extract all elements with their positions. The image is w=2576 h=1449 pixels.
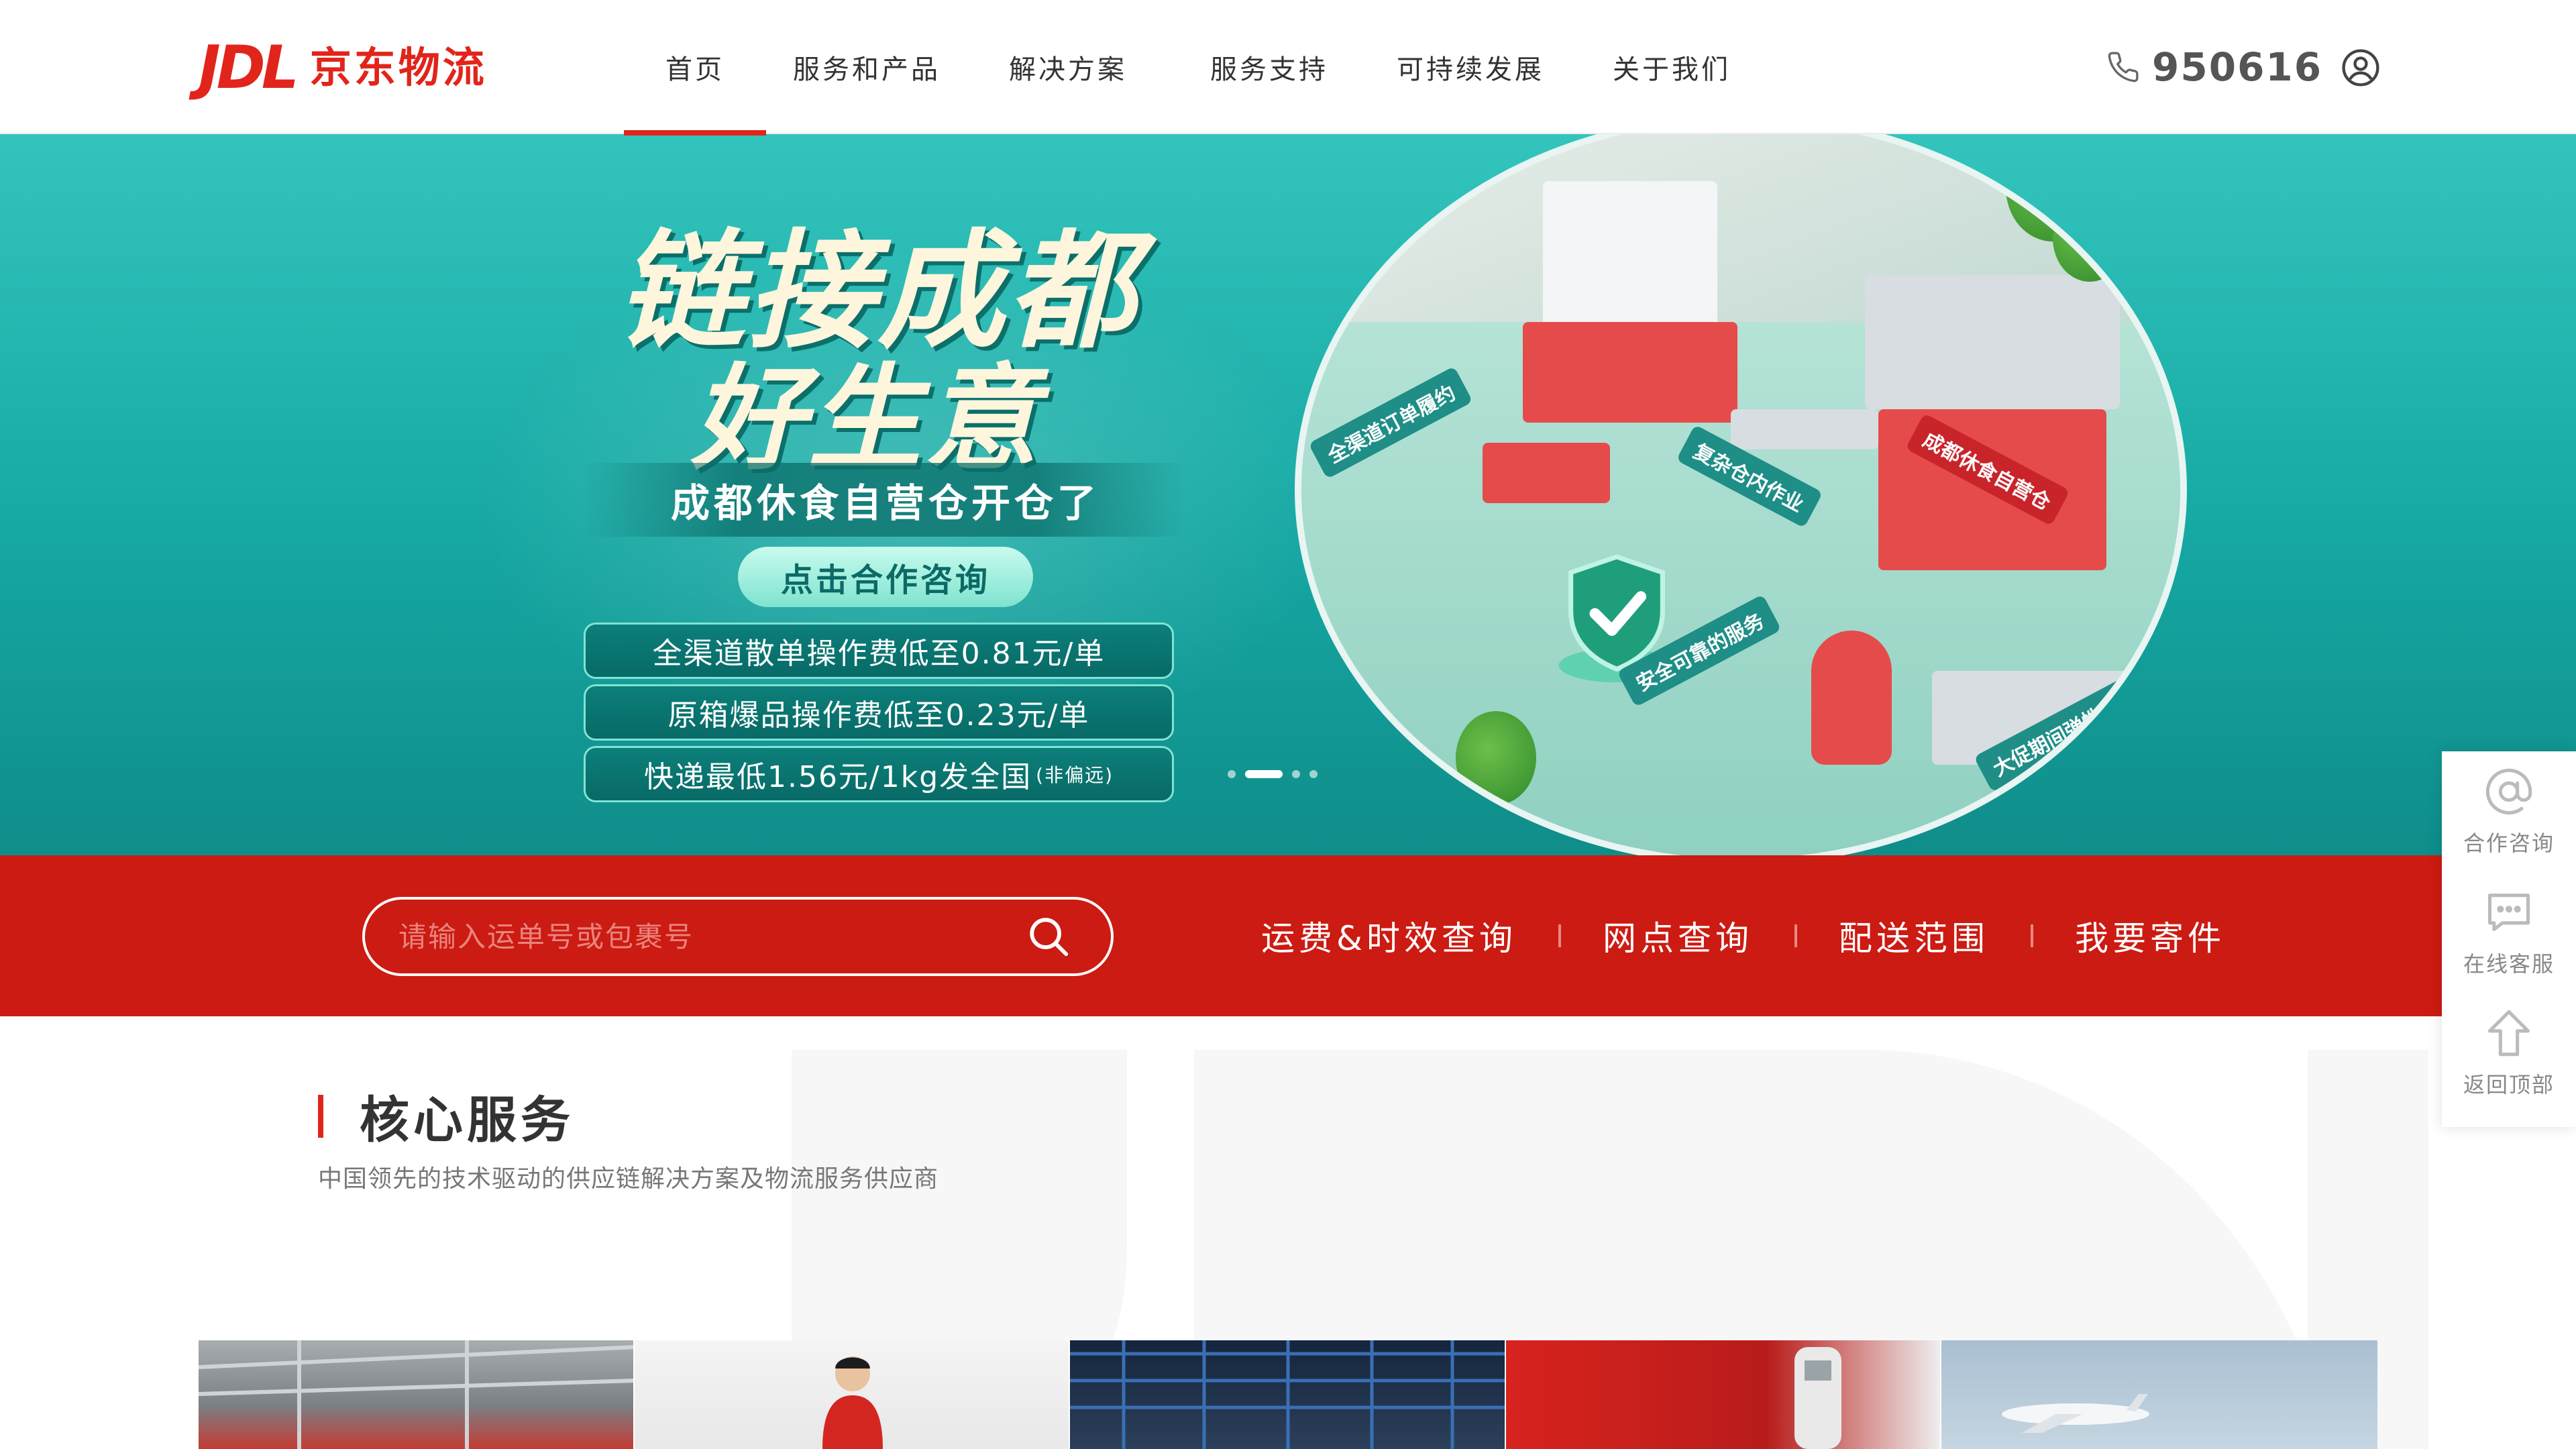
carousel-dots — [1228, 770, 1327, 778]
heading-accent-bar — [318, 1094, 323, 1138]
logo-text: 京东物流 — [309, 43, 487, 92]
courier-image — [822, 1356, 883, 1449]
side-consult[interactable]: 合作咨询 — [2442, 751, 2576, 872]
banner-subtitle: 成都休食自营仓开仓了 — [670, 480, 1100, 526]
hero-banner[interactable]: 链接成都 好生意 成都休食自营仓开仓了 点击合作咨询 全渠道散单操作费低至0.8… — [0, 134, 2576, 855]
shelving-image — [1070, 1340, 1505, 1449]
airplane-image — [2002, 1394, 2150, 1433]
service-card-storage[interactable] — [1070, 1340, 1506, 1449]
service-card-courier[interactable] — [634, 1340, 1071, 1449]
price-text: 原箱爆品操作费低至0.23元/单 — [667, 698, 1090, 733]
nav-about-us[interactable]: 关于我们 — [1571, 0, 1772, 134]
consult-cta-button[interactable]: 点击合作咨询 — [738, 547, 1033, 607]
price-box-original-case: 原箱爆品操作费低至0.23元/单 — [584, 684, 1174, 741]
search-icon[interactable] — [1025, 913, 1072, 960]
tree — [1456, 711, 1536, 805]
carousel-dot-active[interactable] — [1245, 770, 1283, 778]
link-outlet-query[interactable]: 网点查询 — [1603, 912, 1753, 960]
scene-conveyor — [1731, 409, 1878, 449]
link-delivery-range[interactable]: 配送范围 — [1839, 912, 1989, 960]
banner-subtitle-band: 成都休食自营仓开仓了 — [584, 463, 1187, 537]
scene-display-case — [1543, 181, 1717, 329]
carousel-dot[interactable] — [1309, 770, 1318, 778]
hotline-number: 950616 — [2152, 44, 2323, 90]
phone-icon — [2108, 52, 2139, 83]
link-send-package[interactable]: 我要寄件 — [2075, 912, 2225, 960]
site-header: JDL 京东物流 首页 服务和产品 解决方案 服务支持 可持续发展 关于我们 9… — [0, 0, 2576, 136]
side-back-to-top[interactable]: 返回顶部 — [2442, 993, 2576, 1114]
core-services-title: 核心服务 — [360, 1091, 574, 1149]
nav-support[interactable]: 服务支持 — [1169, 0, 1370, 134]
carousel-dot[interactable] — [1228, 770, 1236, 778]
hotline[interactable]: 950616 — [2106, 40, 2322, 94]
arrow-up-icon — [2487, 1010, 2530, 1057]
nav-solutions[interactable]: 解决方案 — [967, 0, 1169, 134]
user-icon[interactable] — [2341, 48, 2380, 87]
floating-side-panel: 合作咨询 在线客服 返回顶部 — [2442, 751, 2576, 1127]
price-box-express: 快递最低1.56元/1kg发全国 (非偏远) — [584, 746, 1174, 802]
scene-truck — [1483, 443, 1610, 503]
tracking-number-input[interactable] — [365, 900, 1025, 973]
scene-roof — [1865, 275, 2120, 409]
service-cards — [199, 1340, 2377, 1449]
side-label: 合作咨询 — [2463, 830, 2555, 856]
carousel-dot[interactable] — [1292, 770, 1300, 778]
jdl-logo[interactable]: JDL 京东物流 — [199, 38, 487, 98]
divider — [2031, 924, 2033, 947]
price-box-bulk-orders: 全渠道散单操作费低至0.81元/单 — [584, 623, 1174, 679]
banner-headline-1: 链接成都 — [617, 217, 1138, 366]
core-services-heading: 核心服务 — [318, 1080, 574, 1152]
tracking-bar: 运费&时效查询 网点查询 配送范围 我要寄件 — [0, 855, 2442, 1016]
quick-links: 运费&时效查询 网点查询 配送范围 我要寄件 — [1261, 855, 2225, 1016]
divider — [1558, 924, 1561, 947]
link-freight-time-query[interactable]: 运费&时效查询 — [1261, 912, 1517, 960]
core-services-subtitle: 中国领先的技术驱动的供应链解决方案及物流服务供应商 — [318, 1165, 939, 1193]
nav-services-products[interactable]: 服务和产品 — [766, 0, 967, 134]
price-text: 全渠道散单操作费低至0.81元/单 — [652, 637, 1106, 671]
nav-sustainability[interactable]: 可持续发展 — [1370, 0, 1571, 134]
at-icon — [2485, 768, 2532, 815]
scene-machine — [1523, 322, 1737, 423]
side-online-service[interactable]: 在线客服 — [2442, 872, 2576, 993]
warehouse-image — [199, 1340, 633, 1449]
chat-icon — [2487, 894, 2530, 931]
price-text: 快递最低1.56元/1kg发全国 — [643, 760, 1032, 794]
tree — [2053, 195, 2127, 282]
service-card-cold-chain[interactable] — [1505, 1340, 1942, 1449]
warehouse-illustration: 全渠道订单履约 复杂仓内作业 成都休食自营仓 安全可靠的服务 大促期间弹性产能 — [1295, 134, 2187, 855]
tracking-search-box — [362, 897, 1114, 976]
price-note: (非偏远) — [1036, 764, 1114, 786]
thermometer-image — [1794, 1347, 1841, 1449]
scene-courier — [1811, 631, 1892, 765]
logo-mark: JDL — [199, 33, 299, 102]
nav-home[interactable]: 首页 — [624, 0, 766, 136]
divider — [1794, 924, 1797, 947]
side-label: 在线客服 — [2463, 951, 2555, 977]
side-label: 返回顶部 — [2463, 1072, 2555, 1097]
service-card-air-freight[interactable] — [1941, 1340, 2377, 1449]
service-card-warehouse[interactable] — [199, 1340, 635, 1449]
main-nav: 首页 服务和产品 解决方案 服务支持 可持续发展 关于我们 — [624, 0, 1772, 136]
